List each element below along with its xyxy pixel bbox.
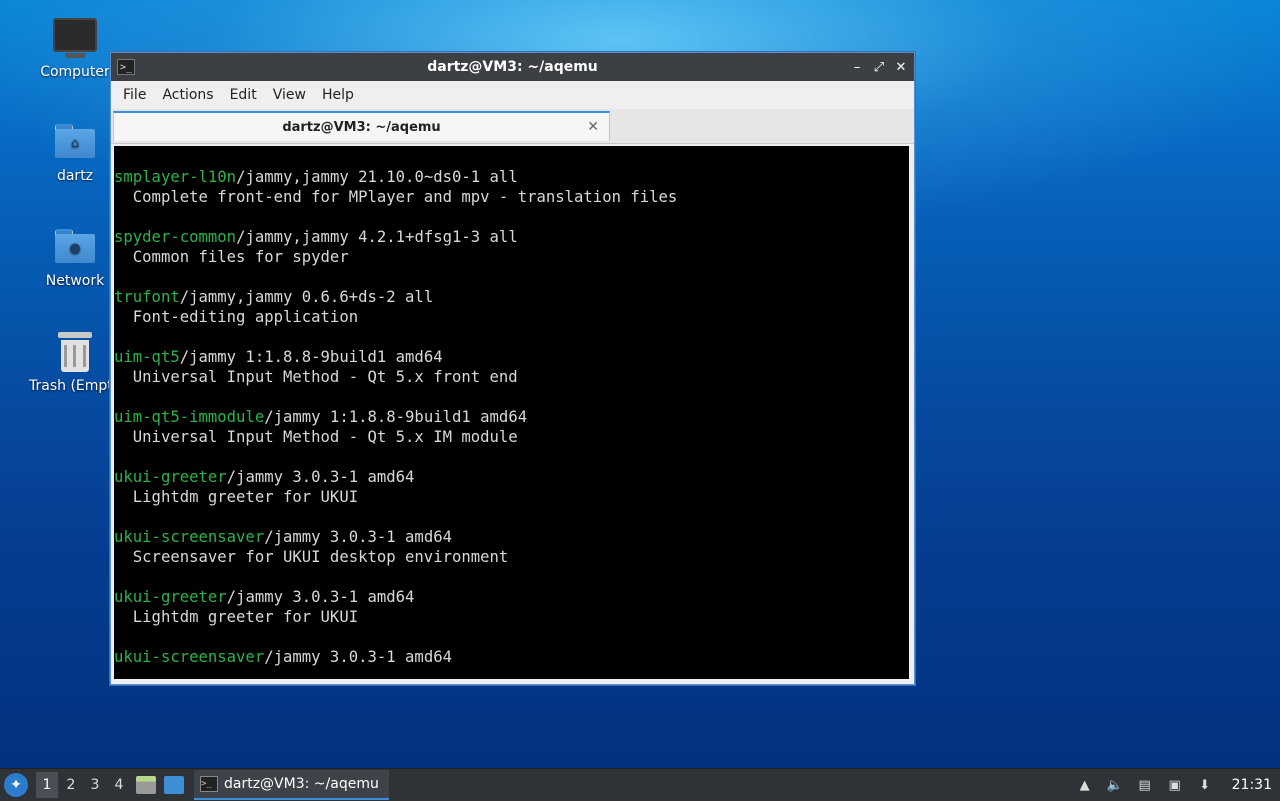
workspace-1[interactable]: 1 — [36, 772, 58, 798]
package-description: Lightdm greeter for UKUI — [114, 608, 359, 626]
window-titlebar[interactable]: >_ dartz@VM3: ~/aqemu – ⤢ ✕ — [111, 53, 914, 81]
package-line: smplayer-l10n/jammy,jammy 21.10.0~ds0-1 … — [114, 167, 909, 187]
tab-close-icon[interactable]: ✕ — [587, 119, 599, 135]
package-description: Lightdm greeter for UKUI — [114, 488, 359, 506]
computer-icon — [53, 18, 97, 58]
show-desktop-icon[interactable] — [164, 776, 184, 794]
tray-arrow-icon[interactable]: ▲ — [1076, 776, 1094, 794]
update-notifier-icon[interactable]: ⬇ — [1196, 776, 1214, 794]
volume-icon[interactable]: 🔈 — [1106, 776, 1124, 794]
package-description: Universal Input Method - Qt 5.x IM modul… — [114, 428, 518, 446]
package-version: /jammy 3.0.3-1 amd64 — [226, 588, 415, 606]
desktop-icon-label: Trash (Empty) — [29, 378, 110, 394]
clock[interactable]: 21:31 — [1232, 777, 1272, 793]
menu-view[interactable]: View — [265, 87, 314, 103]
package-name: ukui-screensaver — [114, 648, 265, 666]
window-title: dartz@VM3: ~/aqemu — [427, 59, 598, 75]
workspace-2[interactable]: 2 — [60, 772, 82, 798]
package-version: /jammy 3.0.3-1 amd64 — [226, 468, 415, 486]
package-name: ukui-greeter — [114, 588, 227, 606]
package-version: /jammy 1:1.8.8-9build1 amd64 — [179, 348, 443, 366]
menu-help[interactable]: Help — [314, 87, 362, 103]
package-line: ukui-greeter/jammy 3.0.3-1 amd64 — [114, 467, 909, 487]
trash-icon — [58, 332, 92, 372]
package-version: /jammy,jammy 0.6.6+ds-2 all — [179, 288, 434, 306]
package-line: ukui-screensaver/jammy 3.0.3-1 amd64 — [114, 527, 909, 547]
package-line: spyder-common/jammy,jammy 4.2.1+dfsg1-3 … — [114, 227, 909, 247]
maximize-icon[interactable]: ⤢ — [872, 60, 886, 75]
package-description: Screensaver for UKUI desktop environment — [114, 548, 509, 566]
workspace-4[interactable]: 4 — [108, 772, 130, 798]
tab-bar: dartz@VM3: ~/aqemu ✕ — [111, 109, 914, 144]
minimize-icon[interactable]: – — [850, 60, 864, 75]
package-version: /jammy 3.0.3-1 amd64 — [264, 528, 452, 546]
package-line: trufont/jammy,jammy 0.6.6+ds-2 all — [114, 287, 909, 307]
package-line: uim-qt5/jammy 1:1.8.8-9build1 amd64 — [114, 347, 909, 367]
package-line: ukui-screensaver/jammy 3.0.3-1 amd64 — [114, 647, 909, 667]
desktop-icon-trash[interactable]: Trash (Empty) — [20, 332, 110, 394]
network-icon[interactable]: ▣ — [1166, 776, 1184, 794]
package-version: /jammy 3.0.3-1 amd64 — [264, 648, 452, 666]
close-icon[interactable]: ✕ — [894, 60, 908, 75]
network-folder-icon: ● — [55, 229, 95, 263]
tab-label: dartz@VM3: ~/aqemu — [282, 119, 441, 135]
package-name: ukui-greeter — [114, 468, 227, 486]
task-label: dartz@VM3: ~/aqemu — [224, 776, 379, 792]
package-name: spyder-common — [114, 228, 237, 246]
system-tray: ▲ 🔈 ▤ ▣ ⬇ 21:31 — [1076, 769, 1280, 801]
clipboard-icon[interactable]: ▤ — [1136, 776, 1154, 794]
package-name: smplayer-l10n — [114, 168, 237, 186]
package-description: Universal Input Method - Qt 5.x front en… — [114, 368, 518, 386]
package-description: Font-editing application — [114, 308, 359, 326]
package-name: uim-qt5-immodule — [114, 408, 265, 426]
menu-actions[interactable]: Actions — [154, 87, 221, 103]
start-menu-icon[interactable]: ✦ — [4, 773, 28, 797]
package-description: Common files for spyder — [114, 248, 349, 266]
file-manager-icon[interactable] — [136, 776, 156, 794]
package-version: /jammy,jammy 4.2.1+dfsg1-3 all — [236, 228, 518, 246]
window-controls: – ⤢ ✕ — [850, 53, 908, 81]
package-version: /jammy 1:1.8.8-9build1 amd64 — [264, 408, 528, 426]
menu-edit[interactable]: Edit — [222, 87, 265, 103]
taskbar-task-terminal[interactable]: >_ dartz@VM3: ~/aqemu — [194, 770, 389, 800]
taskbar: ✦ 1 2 3 4 >_ dartz@VM3: ~/aqemu ▲ 🔈 ▤ ▣ … — [0, 768, 1280, 801]
workspace-3[interactable]: 3 — [84, 772, 106, 798]
package-name: ukui-screensaver — [114, 528, 265, 546]
package-line: uim-qt5-immodule/jammy 1:1.8.8-9build1 a… — [114, 407, 909, 427]
terminal-window: >_ dartz@VM3: ~/aqemu – ⤢ ✕ File Actions… — [110, 52, 915, 685]
package-name: uim-qt5 — [114, 348, 180, 366]
package-description: Complete front-end for MPlayer and mpv -… — [114, 188, 678, 206]
terminal-output[interactable]: smplayer-l10n/jammy,jammy 21.10.0~ds0-1 … — [114, 146, 909, 679]
package-name: trufont — [114, 288, 180, 306]
package-line: ukui-greeter/jammy 3.0.3-1 amd64 — [114, 587, 909, 607]
menu-file[interactable]: File — [115, 87, 154, 103]
home-folder-icon: ⌂ — [55, 124, 95, 158]
menubar: File Actions Edit View Help — [111, 81, 914, 109]
tab-terminal[interactable]: dartz@VM3: ~/aqemu ✕ — [113, 111, 610, 141]
package-version: /jammy,jammy 21.10.0~ds0-1 all — [236, 168, 518, 186]
terminal-icon: >_ — [200, 776, 218, 792]
